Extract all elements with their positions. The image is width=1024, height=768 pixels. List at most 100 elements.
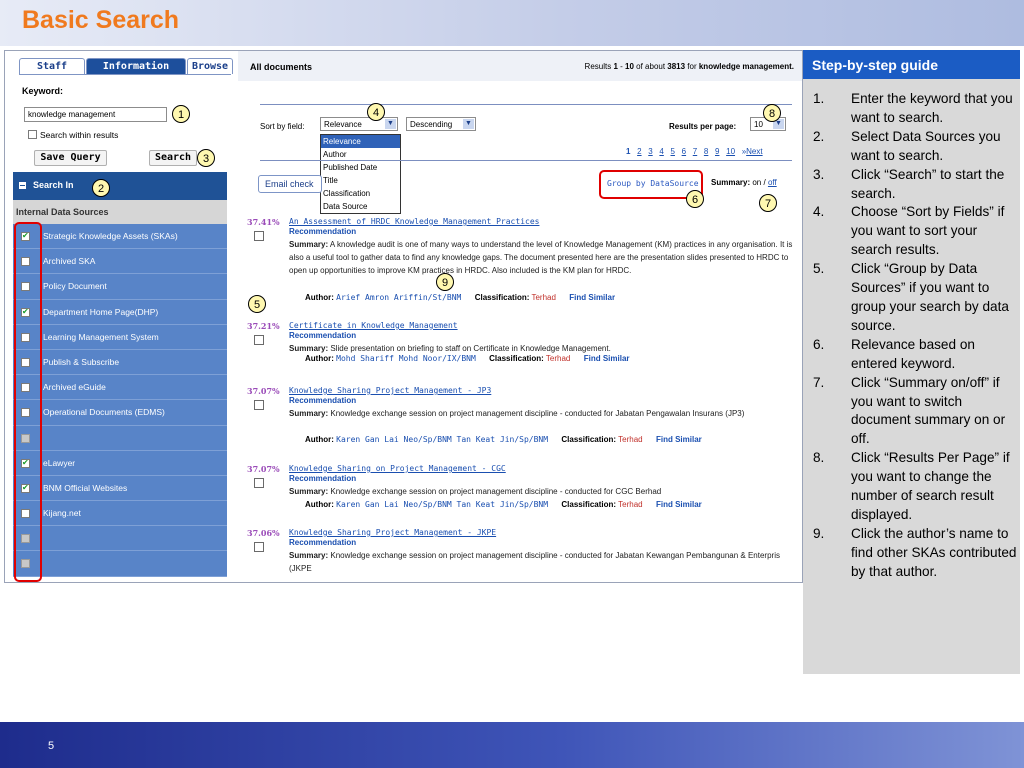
summary-text: Knowledge exchange session on project ma… bbox=[330, 487, 662, 496]
result-item: 37.41% An Assessment of HRDC Knowledge M… bbox=[238, 217, 798, 307]
page-link[interactable]: 4 bbox=[659, 147, 663, 156]
author-link[interactable]: Mohd Shariff Mohd Noor/IX/BNM bbox=[336, 354, 476, 363]
data-source-row[interactable]: Policy Document bbox=[13, 274, 227, 300]
collapse-icon[interactable] bbox=[19, 182, 26, 189]
summary-off-link[interactable]: off bbox=[768, 178, 777, 187]
result-title-link[interactable]: An Assessment of HRDC Knowledge Manageme… bbox=[289, 217, 539, 226]
results-dash: - bbox=[617, 62, 626, 71]
page-link[interactable]: 5 bbox=[671, 147, 675, 156]
page-link[interactable]: 10 bbox=[726, 147, 735, 156]
sort-order-select[interactable]: Descending ▼ bbox=[406, 117, 476, 131]
summary-on[interactable]: on bbox=[752, 178, 761, 187]
step-text: Select Data Sources you want to search. bbox=[851, 128, 1001, 163]
result-title-link[interactable]: Certificate in Knowledge Management bbox=[289, 321, 458, 330]
page-link[interactable]: 8 bbox=[704, 147, 708, 156]
page-link[interactable]: 6 bbox=[682, 147, 686, 156]
relevance-score: 37.07% bbox=[247, 464, 280, 474]
author-link[interactable]: Karen Gan Lai Neo/Sp/BNM Tan Keat Jin/Sp… bbox=[336, 500, 548, 509]
chevron-down-icon[interactable]: ▼ bbox=[463, 119, 474, 129]
classification-value: Terhad bbox=[618, 435, 643, 444]
slide-footer-band bbox=[0, 722, 1024, 768]
result-checkbox[interactable] bbox=[254, 478, 264, 488]
result-checkbox[interactable] bbox=[254, 400, 264, 410]
callout-8: 8 bbox=[763, 104, 781, 122]
author-link[interactable]: Karen Gan Lai Neo/Sp/BNM Tan Keat Jin/Sp… bbox=[336, 435, 548, 444]
result-title-link[interactable]: Knowledge Sharing on Project Management … bbox=[289, 464, 506, 473]
data-source-row[interactable]: Operational Documents (EDMS) bbox=[13, 400, 227, 426]
sort-option[interactable]: Published Date bbox=[321, 161, 400, 174]
data-source-row[interactable]: Learning Management System bbox=[13, 324, 227, 350]
find-similar-link[interactable]: Find Similar bbox=[569, 293, 615, 302]
step-item: 4. Choose “Sort by Fields” if you want to… bbox=[811, 203, 1017, 260]
result-checkbox[interactable] bbox=[254, 335, 264, 345]
step-text: Click the author’s name to find other SK… bbox=[851, 525, 1017, 579]
data-source-row[interactable]: Publish & Subscribe bbox=[13, 349, 227, 376]
classification-value: Terhad bbox=[618, 500, 643, 509]
source-label: BNM Official Websites bbox=[43, 482, 128, 493]
sort-field-select[interactable]: Relevance ▼ bbox=[320, 117, 398, 131]
data-source-row[interactable]: Strategic Knowledge Assets (SKAs) bbox=[13, 224, 227, 250]
keyword-label: Keyword: bbox=[22, 86, 64, 96]
tab-browse[interactable]: Browse bbox=[187, 58, 233, 74]
data-source-row-disabled bbox=[13, 551, 227, 577]
sort-option[interactable]: Classification bbox=[321, 187, 400, 200]
author-link[interactable]: Arief Amron Ariffin/St/BNM bbox=[336, 293, 461, 302]
classification-label: Classification: bbox=[561, 500, 617, 509]
sort-option[interactable]: Data Source bbox=[321, 200, 400, 213]
search-in-header[interactable]: Search In bbox=[13, 172, 227, 200]
step-number: 6. bbox=[813, 336, 825, 352]
sort-dropdown-menu[interactable]: Relevance Author Published Date Title Cl… bbox=[320, 134, 401, 214]
step-item: 7. Click “Summary on/off” if you want to … bbox=[811, 374, 1017, 450]
source-label: Archived SKA bbox=[43, 256, 96, 267]
callout-7: 7 bbox=[759, 194, 777, 212]
next-page-link[interactable]: Next bbox=[746, 147, 762, 156]
search-button[interactable]: Search bbox=[149, 150, 197, 166]
callout-1: 1 bbox=[172, 105, 190, 123]
summary-label: Summary: bbox=[289, 344, 329, 353]
data-source-list: Strategic Knowledge Assets (SKAs) Archiv… bbox=[13, 224, 227, 577]
search-within-checkbox[interactable] bbox=[28, 130, 37, 139]
data-source-row[interactable]: Kijang.net bbox=[13, 501, 227, 527]
data-source-row[interactable]: Department Home Page(DHP) bbox=[13, 299, 227, 325]
summary-label: Summary: bbox=[711, 178, 751, 187]
find-similar-link[interactable]: Find Similar bbox=[656, 435, 702, 444]
tab-information[interactable]: Information bbox=[86, 58, 186, 74]
result-item: 37.21% Certificate in Knowledge Manageme… bbox=[238, 321, 798, 366]
email-check-button[interactable]: Email check bbox=[258, 175, 322, 193]
page-link[interactable]: 3 bbox=[648, 147, 652, 156]
data-source-row[interactable]: eLawyer bbox=[13, 450, 227, 476]
recommendation-label: Recommendation bbox=[289, 331, 357, 340]
result-checkbox[interactable] bbox=[254, 231, 264, 241]
tab-staff[interactable]: Staff bbox=[19, 58, 85, 74]
result-title-link[interactable]: Knowledge Sharing Project Management - J… bbox=[289, 528, 496, 537]
find-similar-link[interactable]: Find Similar bbox=[584, 354, 630, 363]
data-source-row[interactable]: BNM Official Websites bbox=[13, 475, 227, 502]
step-text: Enter the keyword that you want to searc… bbox=[851, 91, 1013, 125]
save-query-button[interactable]: Save Query bbox=[34, 150, 107, 166]
sort-option[interactable]: Relevance bbox=[321, 135, 400, 148]
pagination: 1 2 3 4 5 6 7 8 9 10 »Next bbox=[626, 147, 763, 156]
page-link[interactable]: 2 bbox=[637, 147, 641, 156]
source-label: Archived eGuide bbox=[43, 382, 106, 393]
data-source-row[interactable]: Archived eGuide bbox=[13, 375, 227, 401]
page-link[interactable]: 9 bbox=[715, 147, 719, 156]
results-panel: All documents Results 1 - 10 of about 38… bbox=[238, 51, 802, 582]
results-query: knowledge management. bbox=[698, 62, 794, 71]
find-similar-link[interactable]: Find Similar bbox=[656, 500, 702, 509]
page-link[interactable]: 7 bbox=[693, 147, 697, 156]
sort-field-value: Relevance bbox=[324, 120, 362, 129]
data-source-row[interactable]: Archived SKA bbox=[13, 249, 227, 275]
results-for: for bbox=[685, 62, 699, 71]
result-title-link[interactable]: Knowledge Sharing Project Management - J… bbox=[289, 386, 491, 395]
relevance-score: 37.41% bbox=[247, 217, 280, 227]
sort-order-value: Descending bbox=[410, 120, 453, 129]
result-checkbox[interactable] bbox=[254, 542, 264, 552]
chevron-down-icon[interactable]: ▼ bbox=[385, 119, 396, 129]
sort-option[interactable]: Title bbox=[321, 174, 400, 187]
callout-4: 4 bbox=[367, 103, 385, 121]
keyword-input[interactable]: knowledge management bbox=[24, 107, 167, 122]
classification-label: Classification: bbox=[489, 354, 544, 363]
summary-text: Slide presentation on briefing to staff … bbox=[330, 344, 611, 353]
sidebar-tabs: Staff Information Browse bbox=[19, 58, 233, 75]
tab-underline bbox=[19, 74, 231, 75]
